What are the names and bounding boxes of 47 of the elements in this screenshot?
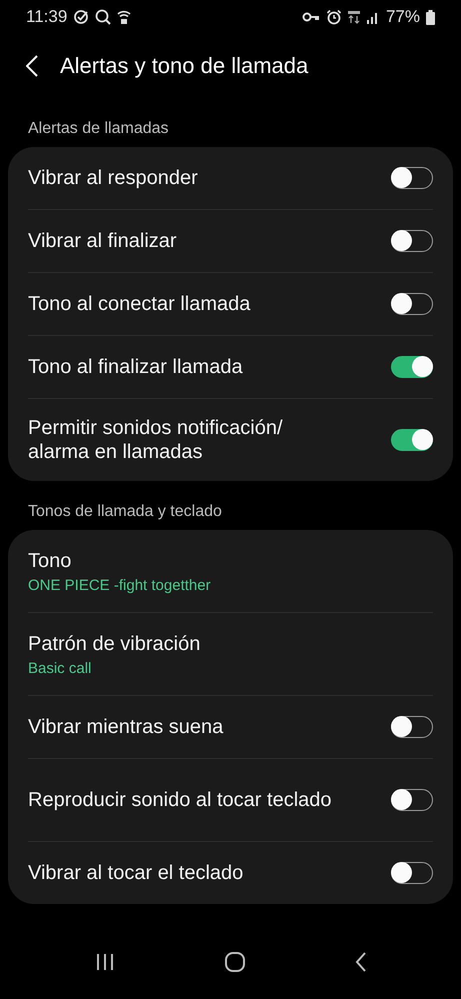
settings-row[interactable]: Tono al conectar llamada bbox=[28, 272, 433, 335]
wifi-lock-icon bbox=[117, 9, 132, 25]
setting-label: Tono al finalizar llamada bbox=[28, 355, 244, 379]
status-time: 11:39 bbox=[26, 7, 68, 27]
toggle-switch[interactable] bbox=[391, 167, 433, 189]
setting-label: Tono bbox=[28, 548, 72, 572]
setting-label: Vibrar al tocar el teclado bbox=[28, 861, 244, 885]
toggle-switch[interactable] bbox=[391, 429, 433, 451]
toggle-switch[interactable] bbox=[391, 230, 433, 252]
home-icon bbox=[224, 951, 246, 973]
section-header: Alertas de llamadas bbox=[27, 119, 170, 139]
settings-row[interactable]: Reproducir sonido al tocar teclado bbox=[28, 758, 433, 841]
settings-row[interactable]: Vibrar mientras suena bbox=[28, 695, 433, 758]
alarm-icon bbox=[326, 9, 342, 25]
back-icon bbox=[26, 55, 38, 77]
toggle-switch[interactable] bbox=[391, 293, 433, 315]
settings-row[interactable]: Vibrar al tocar el teclado bbox=[28, 841, 433, 904]
settings-row[interactable]: Patrón de vibración Basic call bbox=[28, 612, 433, 695]
settings-row[interactable]: Permitir sonidos notificación/ alarma en llamadas bbox=[28, 398, 433, 481]
page-title: Alertas y tono de llamada bbox=[60, 53, 308, 79]
search-icon bbox=[95, 9, 112, 25]
key-icon bbox=[302, 11, 320, 23]
toggle-switch[interactable] bbox=[391, 716, 433, 738]
setting-label: Vibrar al finalizar bbox=[28, 229, 178, 253]
settings-row[interactable]: Vibrar al responder bbox=[28, 147, 433, 209]
setting-label: Vibrar mientras suena bbox=[28, 715, 224, 739]
battery-icon bbox=[426, 10, 435, 24]
settings-row[interactable]: Tono al finalizar llamada bbox=[28, 335, 433, 398]
recent-apps-icon bbox=[94, 953, 114, 971]
toggle-switch[interactable] bbox=[391, 356, 433, 378]
signal-icon bbox=[366, 10, 380, 24]
setting-label: Patrón de vibración bbox=[28, 632, 202, 656]
network-arrows-icon bbox=[348, 10, 360, 24]
check-circle-icon bbox=[73, 9, 90, 25]
setting-label: Vibrar al responder bbox=[28, 166, 199, 190]
battery-percent: 77% bbox=[386, 7, 420, 27]
setting-value: Basic call bbox=[28, 660, 92, 676]
settings-row[interactable]: Tono ONE PIECE -fight togetther bbox=[28, 530, 433, 612]
setting-label: Permitir sonidos notificación/ alarma en llamadas bbox=[28, 416, 284, 464]
back-icon bbox=[354, 952, 366, 972]
setting-value: ONE PIECE -fight togetther bbox=[28, 576, 212, 594]
settings-row[interactable]: Vibrar al finalizar bbox=[28, 209, 433, 272]
section-header: Tonos de llamada y teclado bbox=[27, 502, 223, 522]
toggle-switch[interactable] bbox=[391, 862, 433, 884]
toggle-switch[interactable] bbox=[391, 789, 433, 811]
setting-label: Reproducir sonido al tocar teclado bbox=[28, 788, 333, 812]
setting-label: Tono al conectar llamada bbox=[28, 292, 252, 316]
